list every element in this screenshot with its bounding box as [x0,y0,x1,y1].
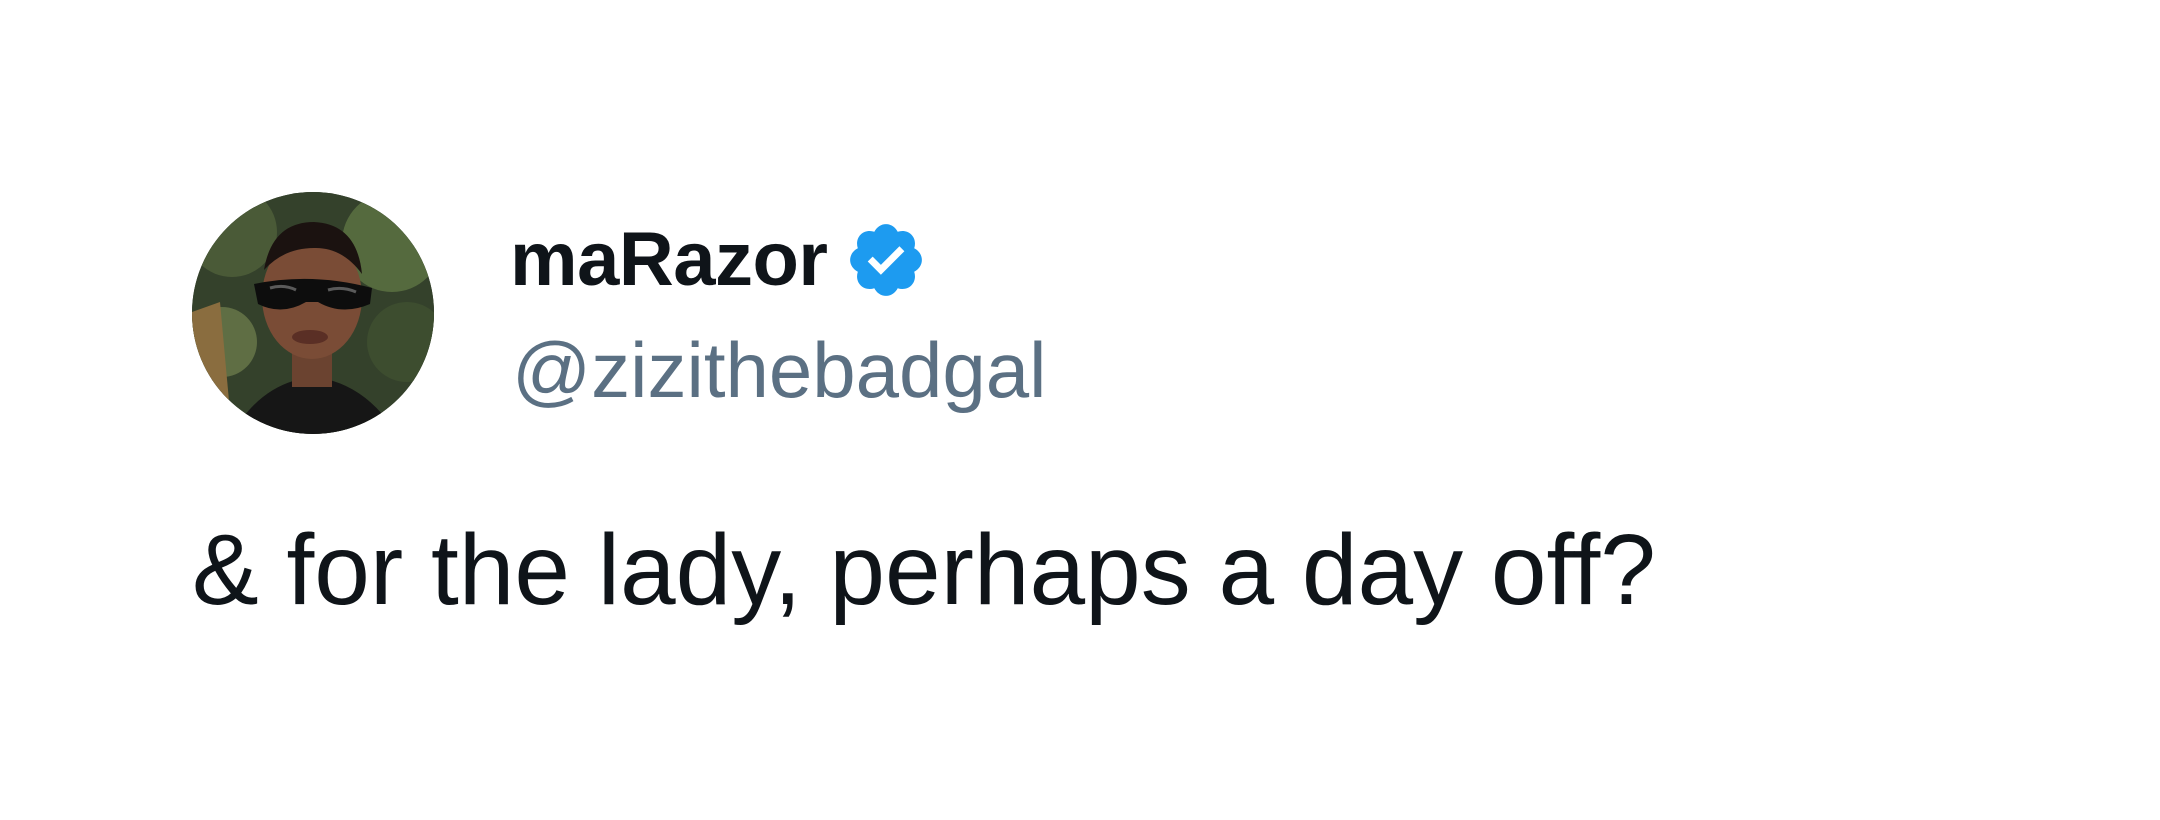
display-name[interactable]: maRazor [510,212,828,308]
avatar[interactable] [192,192,434,434]
author-name-row: maRazor [510,212,928,308]
verified-badge-icon [844,218,928,302]
tweet-card: maRazor @zizithebadgal & for the lady, p… [0,0,2160,820]
author-handle[interactable]: @zizithebadgal [512,322,1047,418]
tweet-text: & for the lady, perhaps a day off? [192,514,1656,626]
avatar-photo [192,192,434,434]
